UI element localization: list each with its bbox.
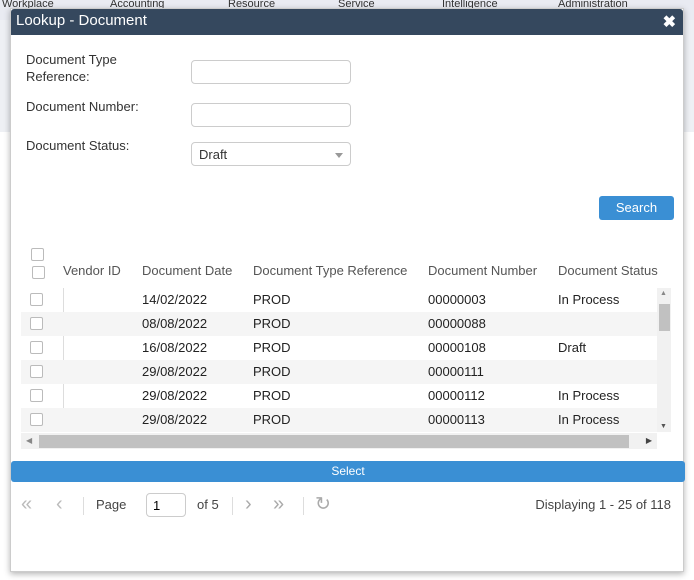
row-checkbox[interactable] (30, 341, 43, 354)
table-row[interactable]: 16/08/2022 PROD 00000108 Draft (21, 336, 657, 360)
cell-document-type: PROD (253, 364, 291, 379)
row-checkbox[interactable] (30, 413, 43, 426)
vertical-scrollbar[interactable]: ▲ ▼ (657, 288, 671, 432)
page-count: of 5 (197, 497, 219, 512)
cell-document-number: 00000111 (428, 364, 484, 379)
cell-document-number: 00000003 (428, 292, 486, 307)
table-row[interactable]: 14/02/2022 PROD 00000003 In Process (21, 288, 657, 312)
cell-document-date: 29/08/2022 (142, 412, 208, 427)
cell-document-number: 00000088 (428, 316, 486, 331)
row-checkbox[interactable] (30, 317, 43, 330)
column-header-document-number[interactable]: Document Number (428, 263, 537, 278)
search-button[interactable]: Search (599, 196, 674, 220)
cell-document-number: 00000112 (428, 388, 485, 403)
row-checkbox[interactable] (30, 389, 43, 402)
table-row[interactable]: 08/08/2022 PROD 00000088 (21, 312, 657, 336)
next-page-icon[interactable]: › (245, 493, 252, 516)
cell-document-number: 00000113 (428, 412, 485, 427)
scrollbar-thumb[interactable] (39, 435, 629, 448)
doc-type-ref-label: Document Type Reference: (26, 52, 117, 84)
display-info: Displaying 1 - 25 of 118 (535, 497, 671, 512)
column-header-document-date[interactable]: Document Date (142, 263, 232, 278)
table-row[interactable]: 29/08/2022 PROD 00000111 (21, 360, 657, 384)
table-row[interactable]: 29/08/2022 PROD 00000112 In Process (21, 384, 657, 408)
column-header-vendor-id[interactable]: Vendor ID (63, 263, 121, 278)
dialog-header: Lookup - Document ✖ (11, 9, 683, 35)
column-header-document-type-reference[interactable]: Document Type Reference (253, 263, 407, 278)
row-checkbox[interactable] (30, 365, 43, 378)
cell-document-number: 00000108 (428, 340, 486, 355)
dialog-title: Lookup - Document (16, 12, 147, 29)
refresh-icon[interactable]: ↻ (315, 493, 331, 516)
page-label: Page (96, 497, 127, 512)
cell-document-date: 29/08/2022 (142, 388, 208, 403)
close-icon[interactable]: ✖ (663, 12, 676, 32)
first-page-icon[interactable]: « (21, 493, 32, 516)
table-row[interactable]: 29/08/2022 PROD 00000113 In Process (21, 408, 657, 432)
doc-number-input[interactable] (191, 103, 351, 127)
scrollbar-thumb[interactable] (659, 304, 670, 331)
horizontal-scrollbar[interactable]: ◀ ▶ (21, 433, 657, 449)
header-checkbox[interactable] (32, 266, 45, 279)
row-checkbox[interactable] (30, 293, 43, 306)
last-page-icon[interactable]: » (273, 493, 284, 516)
select-all-checkbox[interactable] (31, 248, 44, 261)
cell-document-status: In Process (558, 388, 620, 403)
grid-body: 14/02/2022 PROD 00000003 In Process 08/0… (21, 288, 657, 432)
cell-document-date: 29/08/2022 (142, 364, 208, 379)
select-button[interactable]: Select (11, 461, 685, 482)
doc-status-select[interactable]: Draft (191, 142, 351, 166)
cell-document-status: Draft (558, 340, 587, 355)
doc-status-label: Document Status: (26, 138, 130, 153)
lookup-dialog: Lookup - Document ✖ Document Type Refere… (10, 8, 685, 572)
doc-status-value: Draft (199, 147, 228, 162)
cell-document-type: PROD (253, 388, 291, 403)
column-header-document-status[interactable]: Document Status (558, 263, 658, 278)
cell-document-type: PROD (253, 292, 291, 307)
chevron-down-icon (335, 153, 343, 158)
cell-document-type: PROD (253, 412, 291, 427)
cell-document-date: 14/02/2022 (142, 292, 208, 307)
doc-type-ref-input[interactable] (191, 60, 351, 84)
doc-number-label: Document Number: (26, 99, 139, 114)
cell-document-date: 16/08/2022 (142, 340, 208, 355)
cell-document-status: In Process (558, 412, 620, 427)
cell-document-type: PROD (253, 316, 291, 331)
cell-document-type: PROD (253, 340, 291, 355)
cell-document-status: In Process (558, 292, 620, 307)
page-input[interactable] (146, 493, 186, 517)
prev-page-icon[interactable]: ‹ (56, 493, 63, 516)
cell-document-date: 08/08/2022 (142, 316, 208, 331)
